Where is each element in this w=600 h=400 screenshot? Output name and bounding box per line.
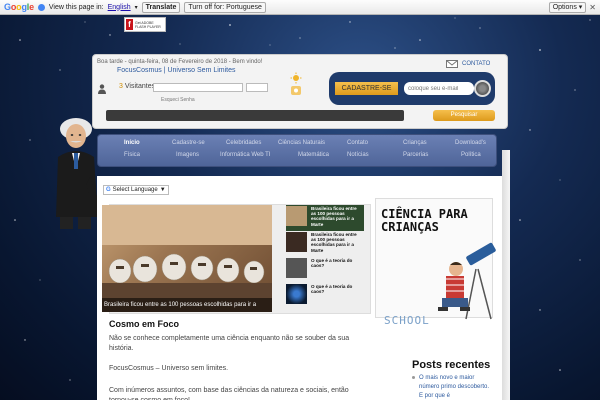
thumb-image	[286, 284, 307, 304]
chevron-down-icon: ▾	[134, 4, 138, 11]
nav-matematica[interactable]: Matemática	[298, 152, 329, 158]
submit-knob-icon[interactable]	[474, 80, 491, 97]
translate-button[interactable]: Translate	[141, 1, 181, 13]
contact-link[interactable]: CONTATO	[446, 60, 490, 68]
nav-inicio[interactable]: Início	[124, 140, 140, 146]
thumb-image	[286, 206, 307, 226]
password-input[interactable]	[246, 83, 268, 92]
nav-criancas[interactable]: Crianças	[403, 140, 427, 146]
nav-downloads[interactable]: Download's	[455, 140, 486, 146]
nav-noticias[interactable]: Notícias	[347, 152, 369, 158]
options-button[interactable]: Options ▾	[548, 1, 587, 13]
section-heading: Cosmo em Foco	[109, 319, 180, 329]
description-paragraph: Com inúmeros assuntos, com base das ciên…	[109, 387, 349, 400]
intro-paragraph: Não se conhece completamente uma ciência…	[109, 335, 350, 352]
content-shadow	[502, 150, 510, 400]
newsletter-signup: CADASTRE-SE	[329, 72, 495, 105]
select-language-dropdown[interactable]: G Select Language ▼	[103, 185, 169, 195]
capsules-photo	[102, 205, 272, 312]
thumb-text: O que é a teoria do caos?	[311, 258, 353, 269]
google-translate-bar: Google View this page in: English ▾ Tran…	[0, 0, 600, 15]
thumb-text: Brasileira ficou entre as 100 pessoas es…	[311, 232, 357, 253]
child-telescope-illustration	[438, 242, 496, 320]
translate-bar-icon	[37, 3, 45, 11]
google-logo: Google	[4, 2, 34, 12]
slider-thumb[interactable]: Brasileira ficou entre as 100 pessoas es…	[286, 205, 364, 231]
forgot-password-link[interactable]: Esqueci Senha	[161, 97, 195, 103]
google-g-icon: G	[106, 187, 111, 193]
children-title-line-2: CRIANÇAS	[381, 220, 439, 234]
view-page-text: View this page in:	[48, 3, 104, 11]
flash-badge-text: Get ADOBE FLASH PLAYER	[135, 20, 161, 29]
children-science-banner[interactable]: CIÊNCIA PARA CRIANÇAS SCHOOL	[375, 198, 496, 327]
flash-icon: f	[126, 19, 134, 30]
nav-fisica[interactable]: Física	[124, 152, 140, 158]
search-input[interactable]	[106, 110, 404, 121]
thumb-image	[286, 232, 307, 252]
turn-off-button[interactable]: Turn off for: Portuguese	[184, 1, 266, 13]
close-icon[interactable]: ✕	[589, 3, 596, 12]
recent-post-link[interactable]: O mais novo e maior número primo descobe…	[419, 374, 491, 400]
nav-politica[interactable]: Política	[461, 152, 481, 158]
search-button[interactable]: Pesquisar	[433, 110, 495, 121]
slider-thumb[interactable]: O que é a teoria do caos?	[286, 257, 364, 283]
bullet-icon	[412, 376, 415, 379]
nav-ciencias-naturais[interactable]: Ciências Naturais	[278, 140, 325, 146]
tagline-paragraph: FocusCosmus – Universo sem limites.	[109, 365, 229, 372]
site-title[interactable]: FocusCosmus | Universo Sem Limites	[117, 67, 236, 74]
main-navigation: Início Cadastre-se Celebridades Ciências…	[97, 134, 497, 167]
nav-imagens[interactable]: Imagens	[176, 152, 199, 158]
slider-main-image[interactable]: Brasileira ficou entre as 100 pessoas es…	[102, 205, 272, 312]
slider-thumbnails: Brasileira ficou entre as 100 pessoas es…	[286, 205, 364, 309]
slider-thumb[interactable]: Brasileira ficou entre as 100 pessoas es…	[286, 231, 364, 257]
select-language-label: Select Language	[112, 187, 158, 193]
username-input[interactable]	[153, 83, 243, 92]
children-banner-title: CIÊNCIA PARA CRIANÇAS	[381, 208, 468, 234]
user-icon	[98, 84, 106, 94]
adobe-flash-badge[interactable]: f Get ADOBE FLASH PLAYER	[124, 17, 166, 32]
thumb-image	[286, 258, 307, 278]
recent-posts-heading: Posts recentes	[412, 359, 491, 371]
visitor-label: Visitantes	[124, 83, 156, 90]
email-input[interactable]	[404, 82, 474, 95]
nav-informatica[interactable]: Informática Web TI	[220, 152, 270, 158]
contact-label: CONTATO	[462, 61, 491, 67]
language-dropdown[interactable]: English	[108, 4, 131, 11]
main-content: G Select Language ▼ Brasileira ficou ent…	[97, 176, 502, 400]
visitor-counter: 3 Visitantes	[119, 83, 155, 90]
header-panel: Boa tarde - quinta-feira, 08 de Fevereir…	[92, 54, 508, 129]
thumb-text: O que é a teoria do caos?	[311, 284, 353, 295]
school-text: SCHOOL	[384, 314, 430, 327]
envelope-icon	[446, 60, 458, 68]
slider-caption: Brasileira ficou entre as 100 pessoas es…	[102, 298, 272, 312]
nav-cadastre-se[interactable]: Cadastre-se	[172, 140, 205, 146]
slider-thumb[interactable]: O que é a teoria do caos?	[286, 283, 364, 309]
nav-parcerias[interactable]: Parcerias	[403, 152, 428, 158]
chevron-down-icon: ▼	[159, 187, 166, 193]
thumb-text: Brasileira ficou entre as 100 pessoas es…	[311, 206, 357, 227]
visitor-count: 3	[119, 83, 123, 90]
signup-button[interactable]: CADASTRE-SE	[335, 82, 398, 95]
nav-contato[interactable]: Contato	[347, 140, 368, 146]
sun-icon[interactable]	[289, 72, 303, 96]
nav-celebridades[interactable]: Celebridades	[226, 140, 261, 146]
greeting-text: Boa tarde - quinta-feira, 08 de Fevereir…	[97, 59, 263, 65]
